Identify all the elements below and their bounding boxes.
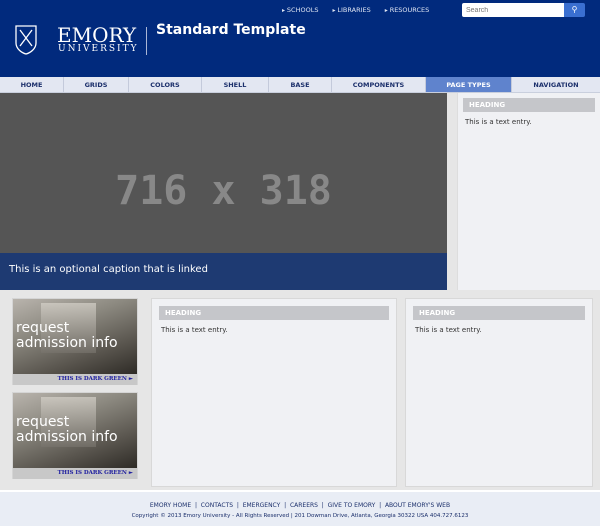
box-heading: HEADING [159, 306, 389, 320]
nav-home[interactable]: HOME [0, 77, 64, 92]
hero-image[interactable]: 716 x 318 This is an optional caption th… [0, 93, 447, 290]
utility-link-schools[interactable]: SCHOOLS [282, 6, 319, 14]
promo-link[interactable]: THIS IS DARK GREEN ► [13, 374, 137, 385]
content-box: HEADING This is a text entry. [151, 298, 397, 487]
utility-link-resources[interactable]: RESOURCES [385, 6, 430, 14]
search-button[interactable]: ⚲ [564, 3, 585, 17]
promo-text: request admission info [16, 320, 118, 351]
nav-components[interactable]: COMPONENTS [332, 77, 426, 92]
header: SCHOOLS LIBRARIES RESOURCES ⚲ EMORY UNIV… [0, 0, 600, 77]
sidebar: HEADING This is a text entry. [457, 93, 600, 290]
promo-card[interactable]: request admission info THIS IS DARK GREE… [12, 298, 138, 385]
sidebar-text: This is a text entry. [465, 118, 532, 126]
promo-text: request admission info [16, 414, 118, 445]
nav-colors[interactable]: COLORS [129, 77, 202, 92]
search-input[interactable] [462, 3, 564, 17]
box-heading: HEADING [413, 306, 585, 320]
nav-page-types[interactable]: PAGE TYPES [426, 77, 512, 92]
copyright: Copyright © 2013 Emory University - All … [131, 513, 469, 519]
hero-caption-link[interactable]: This is an optional caption that is link… [0, 253, 447, 290]
box-text: This is a text entry. [415, 326, 482, 334]
image-placeholder-size: 716 x 318 [115, 168, 332, 214]
utility-nav: SCHOOLS LIBRARIES RESOURCES [282, 6, 429, 14]
promo-photo: request admission info [13, 299, 137, 374]
footer: EMORY HOME | CONTACTS | EMERGENCY | CARE… [0, 490, 600, 526]
promo-link[interactable]: THIS IS DARK GREEN ► [13, 468, 137, 479]
nav-base[interactable]: BASE [269, 77, 332, 92]
site-title[interactable]: Standard Template [156, 22, 306, 38]
box-text: This is a text entry. [161, 326, 228, 334]
divider [146, 27, 147, 55]
logo-subtext: UNIVERSITY [58, 44, 139, 54]
utility-link-libraries[interactable]: LIBRARIES [332, 6, 370, 14]
promo-photo: request admission info [13, 393, 137, 468]
footer-links[interactable]: EMORY HOME | CONTACTS | EMERGENCY | CARE… [0, 502, 600, 509]
nav-grids[interactable]: GRIDS [64, 77, 129, 92]
main-nav: HOME GRIDS COLORS SHELL BASE COMPONENTS … [0, 77, 600, 93]
content-box: HEADING This is a text entry. [405, 298, 593, 487]
emory-shield-logo-icon[interactable] [15, 25, 37, 55]
sidebar-heading: HEADING [463, 98, 595, 112]
search-icon: ⚲ [571, 5, 578, 14]
promo-card[interactable]: request admission info THIS IS DARK GREE… [12, 392, 138, 479]
nav-shell[interactable]: SHELL [202, 77, 269, 92]
nav-navigation[interactable]: NAVIGATION [512, 77, 600, 92]
